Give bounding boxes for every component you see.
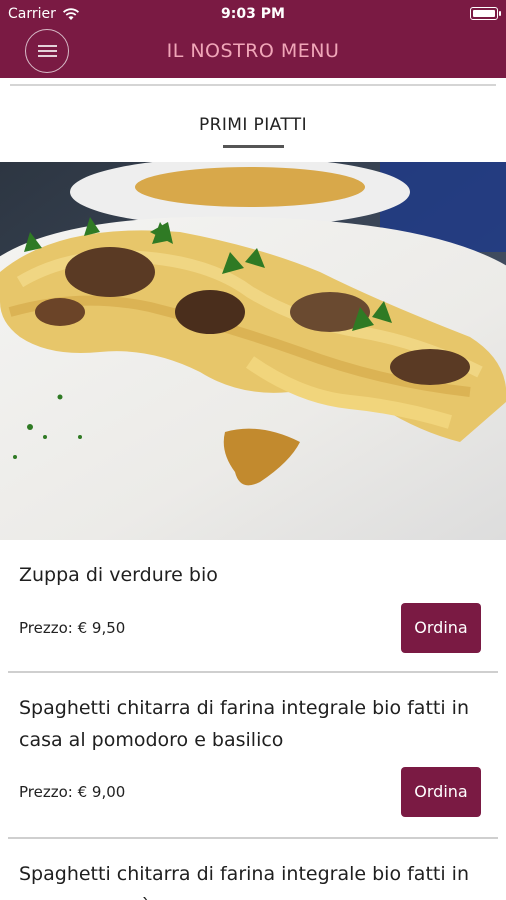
menu-item-price: Prezzo: € 9,00 <box>19 783 126 801</box>
header-divider <box>10 84 496 86</box>
status-time: 9:03 PM <box>221 6 285 22</box>
section-tab-indicator <box>223 145 284 148</box>
status-bar: Carrier 9:03 PM <box>0 0 506 28</box>
item-divider <box>8 837 498 839</box>
pasta-image <box>0 162 506 540</box>
dish-photo <box>0 162 506 540</box>
order-button[interactable]: Ordina <box>401 767 481 817</box>
top-app-bar: Carrier 9:03 PM IL NOSTRO MENU <box>0 0 506 78</box>
menu-item: Spaghetti chitarra di farina integrale b… <box>0 840 506 900</box>
order-button[interactable]: Ordina <box>401 603 481 653</box>
menu-item-price: Prezzo: € 9,50 <box>19 619 126 637</box>
item-divider <box>8 671 498 673</box>
page-title: IL NOSTRO MENU <box>166 40 340 62</box>
menu-item-name: Spaghetti chitarra di farina integrale b… <box>19 863 469 900</box>
menu-item-name: Zuppa di verdure bio <box>19 564 218 586</box>
menu-item-name: Spaghetti chitarra di farina integrale b… <box>19 697 469 751</box>
section-tab-primi-piatti[interactable]: PRIMI PIATTI <box>0 115 506 135</box>
battery-icon <box>470 7 501 20</box>
